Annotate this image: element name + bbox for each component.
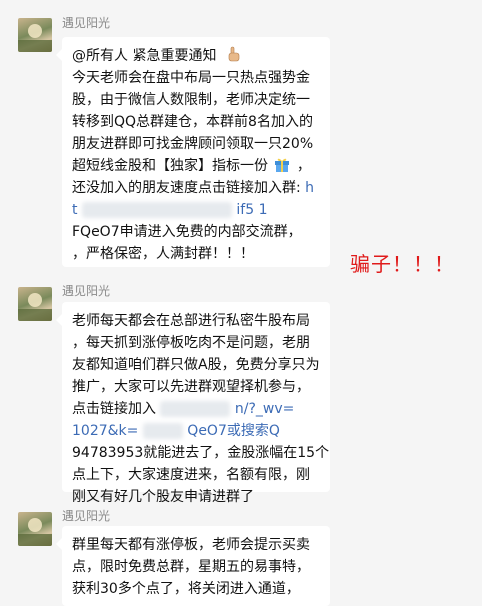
avatar-sun-shape: [28, 24, 42, 38]
link-fragment[interactable]: n/?_wv=: [235, 401, 295, 417]
redacted-link: [160, 401, 231, 417]
message-text: 还没加入的朋友速度点击链接加入群:: [72, 180, 301, 196]
message-line: 转移到QQ总群建仓，本群前8名加入的: [72, 114, 313, 130]
message-line: 超短线金股和【独家】指标一份 ，: [72, 155, 320, 177]
sender-name: 遇见阳光: [62, 509, 111, 523]
redacted-link: [81, 202, 232, 218]
sender-avatar[interactable]: [18, 18, 52, 52]
message-text: ，: [296, 158, 311, 174]
message-bubble[interactable]: @所有人 紧急重要通知 今天老师会在盘中布局一只热点强势金 股，由于微信人数限制…: [56, 37, 330, 267]
pointing-hand-icon: [228, 46, 240, 62]
avatar-sun-shape: [28, 293, 42, 307]
sender-avatar[interactable]: [18, 287, 52, 321]
message-line: 获利30多个点了，将关闭进入通道，: [72, 581, 300, 597]
message-line: 1027&k= QeO7或搜索Q: [72, 420, 320, 442]
avatar-sun-shape: [28, 518, 42, 532]
sender-name: 遇见阳光: [62, 16, 111, 30]
message-line: t if5 1: [72, 199, 320, 221]
scam-annotation: 骗子！！！: [350, 252, 455, 276]
link-fragment[interactable]: QeO7或搜索Q: [187, 423, 280, 439]
link-fragment[interactable]: if5: [236, 202, 254, 218]
link-fragment[interactable]: t: [72, 202, 78, 218]
link-fragment[interactable]: 1: [259, 202, 268, 218]
message-line: ，每天抓到涨停板吃肉不是问题，老朋: [72, 335, 310, 351]
link-fragment[interactable]: h: [305, 180, 314, 196]
message-text: 超短线金股和【独家】指标一份: [72, 158, 268, 174]
sender-avatar[interactable]: [18, 512, 52, 546]
message-line: 刚又有好几个股友申请进群了: [72, 489, 254, 505]
redacted-link: [142, 423, 183, 439]
avatar-ground-shape: [18, 40, 52, 52]
message-bubble[interactable]: 老师每天都会在总部进行私密牛股布局 ，每天抓到涨停板吃肉不是问题，老朋 友都知道…: [56, 302, 330, 505]
message-line: ，严格保密，人满封群！！！: [72, 246, 254, 262]
link-fragment[interactable]: 1027&k=: [72, 423, 138, 439]
message-line: 推广，大家可以先进群观望择机参与，: [72, 379, 310, 395]
message-line: 今天老师会在盘中布局一只热点强势金: [72, 70, 310, 86]
gift-icon: [275, 158, 290, 172]
message-line: 点上下，大家速度进来，名额有限，刚: [72, 467, 310, 483]
message-line: 群里每天都有涨停板，老师会提示买卖: [72, 537, 310, 553]
message-line: 友都知道咱们群只做A股，免费分享只为: [72, 357, 320, 373]
message-line: @所有人 紧急重要通知: [72, 45, 320, 67]
message-line: 老师每天都会在总部进行私密牛股布局: [72, 313, 310, 329]
sender-name: 遇见阳光: [62, 284, 111, 298]
message-line: 还没加入的朋友速度点击链接加入群: h: [72, 177, 320, 199]
message-line: 94783953就能进去了，金股涨幅在15个: [72, 445, 330, 461]
message-line: FQeO7申请进入免费的内部交流群，: [72, 224, 302, 240]
avatar-ground-shape: [18, 534, 52, 546]
message-text: @所有人 紧急重要通知: [72, 48, 217, 64]
avatar-ground-shape: [18, 309, 52, 321]
message-line: 朋友进群即可找金牌顾问领取一只20%: [72, 136, 314, 152]
message-line: 股，由于微信人数限制，老师决定统一: [72, 92, 310, 108]
message-line: 点，限时免费总群，星期五的易事特，: [72, 559, 310, 575]
message-bubble[interactable]: 群里每天都有涨停板，老师会提示买卖 点，限时免费总群，星期五的易事特， 获利30…: [56, 526, 330, 606]
message-text: 点击链接加入: [72, 401, 156, 417]
message-line: 点击链接加入 n/?_wv=: [72, 398, 320, 420]
